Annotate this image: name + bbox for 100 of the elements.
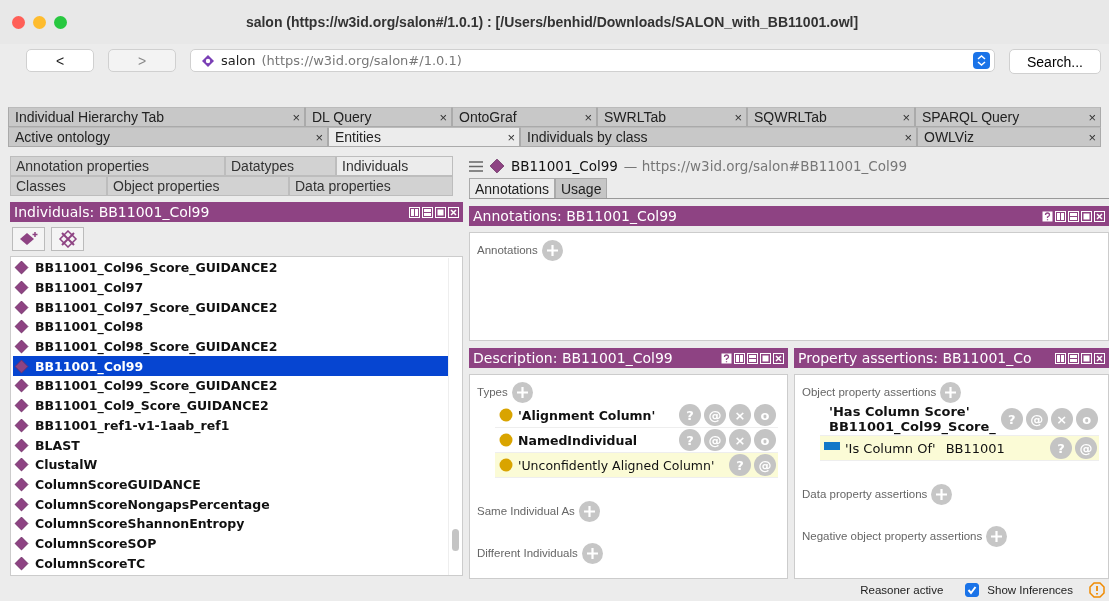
individual-item[interactable]: BB11001_ref1-v1-1aab_ref1 <box>13 415 448 436</box>
scrollbar-thumb[interactable] <box>452 529 459 551</box>
individual-item[interactable]: BB11001_Col98 <box>13 317 448 337</box>
stepper-icon[interactable] <box>973 52 990 69</box>
tab-close-button[interactable]: × <box>439 109 447 125</box>
close-icon[interactable] <box>773 352 784 364</box>
workspace-tab[interactable]: Entities × <box>328 127 520 147</box>
split-horizontal-icon[interactable] <box>422 206 433 218</box>
maximize-icon[interactable] <box>435 206 446 218</box>
individual-item[interactable]: BB11001_Col98_Score_GUIDANCE2 <box>13 336 448 357</box>
split-vertical-icon[interactable] <box>734 352 745 364</box>
section-label: Object property assertions <box>802 386 937 398</box>
ontology-iri: (https://w3id.org/salon#/1.0.1) <box>261 53 463 68</box>
diamond-icon <box>14 319 29 335</box>
split-horizontal-icon[interactable] <box>1068 352 1079 364</box>
split-horizontal-icon[interactable] <box>747 352 758 364</box>
workspace-tab[interactable]: OWLViz × <box>917 127 1101 147</box>
delete-individual-button[interactable] <box>51 227 84 251</box>
back-button[interactable]: < <box>26 49 94 72</box>
entity-tab[interactable]: Object properties <box>107 176 289 196</box>
individual-item[interactable]: BB11001_Col99_Score_GUIDANCE2 <box>13 376 448 396</box>
property-value: BB11001_Col99_Score_ <box>829 419 996 434</box>
entity-tab[interactable]: Datatypes <box>225 156 336 176</box>
tab-close-button[interactable]: × <box>292 109 300 125</box>
workspace-tab[interactable]: SWRLTab × <box>597 107 747 127</box>
tab-close-button[interactable]: × <box>734 109 742 125</box>
diamond-icon <box>14 280 29 296</box>
view-tab[interactable]: Annotations <box>469 178 555 198</box>
section-label: Types <box>477 386 508 398</box>
split-vertical-icon[interactable] <box>409 206 420 218</box>
menu-icon[interactable] <box>469 160 483 172</box>
maximize-icon[interactable] <box>760 352 771 364</box>
entity-tab[interactable]: Annotation properties <box>10 156 225 176</box>
individual-item[interactable]: BB11001_Col9_Score_GUIDANCE2 <box>13 395 448 416</box>
workspace-tab[interactable]: DL Query × <box>305 107 452 127</box>
workspace-tab[interactable]: SQWRLTab × <box>747 107 915 127</box>
close-icon[interactable] <box>1094 210 1105 222</box>
individual-name: ColumnScoreShannonEntropy <box>35 516 245 532</box>
diamond-icon <box>14 417 29 433</box>
tab-close-button[interactable]: × <box>315 129 323 145</box>
entity-tab[interactable]: Data properties <box>289 176 453 196</box>
add-individual-button[interactable] <box>12 227 45 251</box>
help-icon[interactable] <box>721 352 732 364</box>
tab-close-button[interactable]: × <box>1088 109 1096 125</box>
individual-item[interactable]: ColumnScoreGUIDANCE <box>13 474 448 495</box>
close-icon[interactable] <box>448 206 459 218</box>
tab-close-button[interactable]: × <box>584 109 592 125</box>
individual-item[interactable]: BB11001_Col97 <box>13 277 448 298</box>
tab-label: Individual Hierarchy Tab <box>15 109 165 125</box>
individual-item[interactable]: ColumnScoreShannonEntropy <box>13 513 448 534</box>
individual-name: BB11001_Col9_Score_GUIDANCE2 <box>35 398 269 414</box>
plus-icon <box>586 547 598 559</box>
individual-name: ColumnScoreSOP <box>35 535 157 551</box>
ontology-selector[interactable]: salon (https://w3id.org/salon#/1.0.1) <box>190 49 995 72</box>
tab-close-button[interactable]: × <box>902 109 910 125</box>
diamond-icon <box>14 358 29 374</box>
workspace-tab[interactable]: OntoGraf × <box>452 107 597 127</box>
object-property-icon <box>824 442 840 450</box>
search-button[interactable]: Search... <box>1009 49 1101 74</box>
section-label: Data property assertions <box>802 488 928 500</box>
individual-item[interactable]: BB11001_Col99 <box>13 356 448 377</box>
individual-item[interactable]: ColumnScoreNongapsPercentage <box>13 494 448 514</box>
plus-icon <box>516 386 528 398</box>
entity-iri: — https://w3id.org/salon#BB11001_Col99 <box>623 158 907 174</box>
individual-name: BB11001_Col98_Score_GUIDANCE2 <box>35 339 278 355</box>
split-vertical-icon[interactable] <box>1055 210 1066 222</box>
maximize-icon[interactable] <box>1081 352 1092 364</box>
individual-item[interactable]: BB11001_Col96_Score_GUIDANCE2 <box>13 258 448 278</box>
property-value: BB11001 <box>945 440 1005 456</box>
individual-item[interactable]: ColumnScoreTC <box>13 553 448 573</box>
workspace-tab[interactable]: SPARQL Query × <box>915 107 1101 127</box>
split-vertical-icon[interactable] <box>1055 352 1066 364</box>
diamond-icon <box>14 398 29 414</box>
view-tab[interactable]: Usage <box>554 178 608 198</box>
section-label: Same Individual As <box>477 505 575 517</box>
maximize-icon[interactable] <box>1081 210 1092 222</box>
diamond-icon <box>489 158 505 174</box>
entity-tab[interactable]: Classes <box>10 176 107 196</box>
diamond-icon <box>14 516 29 532</box>
split-horizontal-icon[interactable] <box>1068 210 1079 222</box>
individual-name: BB11001_Col97 <box>35 280 144 296</box>
entity-tab[interactable]: Individuals <box>336 156 453 176</box>
individual-item[interactable]: BB11001_Col97_Score_GUIDANCE2 <box>13 297 448 318</box>
help-icon[interactable] <box>1042 210 1053 222</box>
close-icon[interactable] <box>1094 352 1105 364</box>
tab-close-button[interactable]: × <box>904 129 912 145</box>
reasoner-status: Reasoner active <box>860 584 944 596</box>
workspace-tab[interactable]: Individual Hierarchy Tab × <box>8 107 305 127</box>
workspace-tab[interactable]: Individuals by class × <box>520 127 917 147</box>
individual-item[interactable]: ClustalW <box>13 454 448 475</box>
class-icon <box>499 408 513 422</box>
workspace-tab[interactable]: Active ontology × <box>8 127 328 147</box>
diamond-icon <box>14 299 29 315</box>
individual-item[interactable]: ColumnScoreSOP <box>13 533 448 554</box>
individual-item[interactable]: BLAST <box>13 435 448 455</box>
tab-close-button[interactable]: × <box>1088 129 1096 145</box>
tab-close-button[interactable]: × <box>507 129 515 145</box>
show-inferences-checkbox[interactable] <box>965 583 980 597</box>
individual-name: BB11001_Col97_Score_GUIDANCE2 <box>35 299 278 315</box>
individual-name: ColumnScoreNongapsPercentage <box>35 496 270 512</box>
